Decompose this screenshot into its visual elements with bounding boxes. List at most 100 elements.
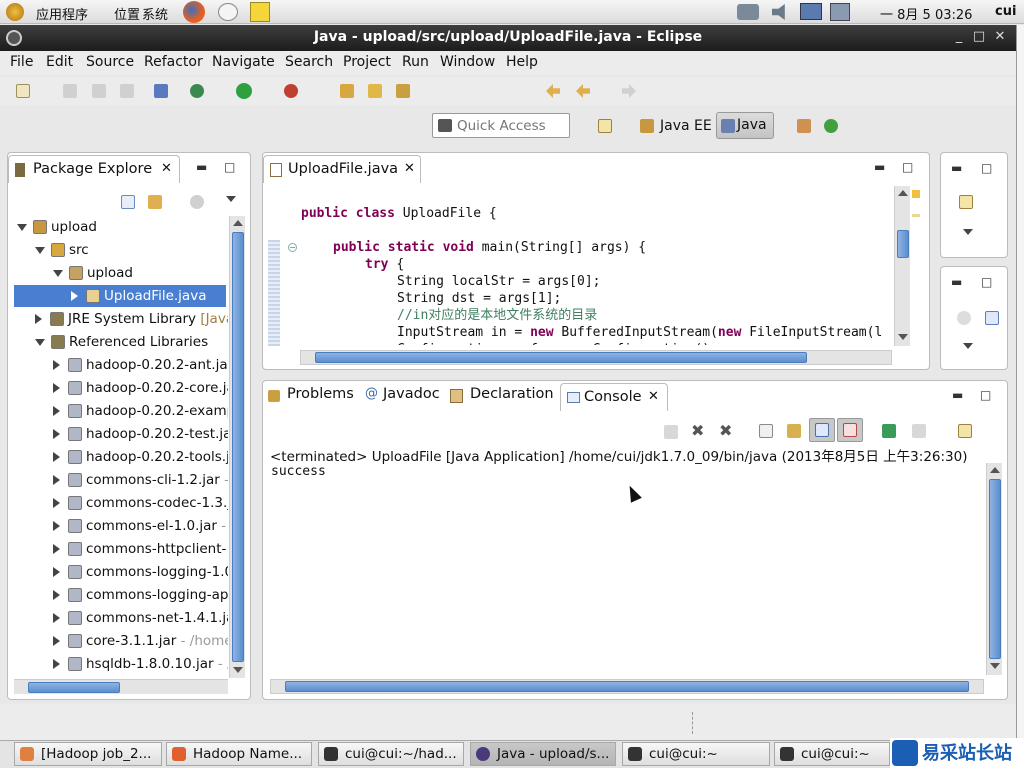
quick-access-field[interactable] <box>432 113 570 138</box>
tree-item[interactable]: commons-logging-1.0 <box>14 561 228 583</box>
taskbar-item-terminal-2[interactable]: cui@cui:~ <box>774 742 890 766</box>
quick-access-input[interactable] <box>457 117 565 134</box>
tree-item[interactable]: core-3.1.1.jar - /home <box>14 630 228 652</box>
scroll-thumb[interactable] <box>232 232 244 662</box>
tree-item[interactable]: commons-logging-ap <box>14 584 228 606</box>
perspective-java[interactable]: Java <box>716 112 774 139</box>
package-explorer-hscrollbar[interactable] <box>14 679 228 694</box>
back-icon[interactable] <box>546 84 560 98</box>
close-tab-icon[interactable]: ✕ <box>161 161 172 176</box>
collapsed-arrow-icon[interactable] <box>53 452 60 462</box>
collapse-all-icon[interactable] <box>121 195 135 209</box>
perspective-java-ee[interactable]: Java EE <box>640 114 712 138</box>
open-perspective-icon[interactable] <box>598 119 612 133</box>
console-scroll-thumb[interactable] <box>989 479 1001 659</box>
console-hscroll-thumb[interactable] <box>285 681 969 692</box>
expanded-arrow-icon[interactable] <box>35 338 45 346</box>
save-icon[interactable] <box>63 84 77 98</box>
display-icon[interactable] <box>800 3 822 20</box>
tree-item[interactable]: JRE System Library [Java <box>14 308 228 330</box>
outline-minimize-button[interactable]: ▬ <box>951 161 962 175</box>
clear-console-icon[interactable] <box>759 424 773 438</box>
collapsed-arrow-icon[interactable] <box>53 383 60 393</box>
search-icon[interactable] <box>396 84 410 98</box>
terminate-icon[interactable] <box>664 425 678 439</box>
foot-logo-icon[interactable] <box>6 3 24 21</box>
console-scroll-up[interactable] <box>990 467 1000 473</box>
menu-window[interactable]: Window <box>440 54 495 70</box>
tasks-maximize-button[interactable]: □ <box>981 275 992 289</box>
tree-item[interactable]: src <box>14 239 228 261</box>
overview-marker[interactable] <box>912 214 920 217</box>
collapsed-arrow-icon[interactable] <box>53 590 60 600</box>
show-on-stdout-icon[interactable] <box>809 418 835 442</box>
jar-tool-icon[interactable] <box>797 119 811 133</box>
tree-item[interactable]: commons-net-1.4.1.ja <box>14 607 228 629</box>
run-icon[interactable] <box>236 83 252 99</box>
view-menu-icon[interactable] <box>226 196 236 202</box>
editor-hscroll-thumb[interactable] <box>315 352 807 363</box>
mail-launcher-icon[interactable] <box>218 3 238 21</box>
tree-item[interactable]: upload <box>14 216 228 238</box>
system-menu[interactable]: 系统 <box>142 4 168 23</box>
code-area[interactable]: public class UploadFile {public static v… <box>301 205 893 345</box>
tree-item[interactable]: UploadFile.java <box>14 285 226 307</box>
menu-help[interactable]: Help <box>506 54 538 70</box>
close-console-tab-icon[interactable]: ✕ <box>648 389 659 404</box>
console-output[interactable]: success <box>271 464 326 479</box>
close-window-button[interactable]: ✕ <box>991 28 1009 46</box>
menu-file[interactable]: File <box>10 54 33 70</box>
open-console-icon[interactable] <box>958 424 972 438</box>
editor-hscrollbar[interactable] <box>300 350 892 365</box>
display-console-icon[interactable] <box>912 424 926 438</box>
hscroll-thumb[interactable] <box>28 682 120 693</box>
console-hscrollbar[interactable] <box>270 679 984 694</box>
clock[interactable]: 一 8月 5 03:26 <box>880 4 972 23</box>
computer-icon[interactable] <box>830 3 850 21</box>
collapsed-arrow-icon[interactable] <box>53 360 60 370</box>
expanded-arrow-icon[interactable] <box>35 246 45 254</box>
tab-declaration[interactable]: Declaration <box>450 386 554 408</box>
editor-scroll-up[interactable] <box>898 190 908 196</box>
menu-navigate[interactable]: Navigate <box>212 54 275 70</box>
menu-search[interactable]: Search <box>285 54 333 70</box>
tab-uploadfile-java[interactable]: UploadFile.java ✕ <box>263 155 421 183</box>
menu-edit[interactable]: Edit <box>46 54 73 70</box>
remove-all-launches-icon[interactable]: ✖ <box>719 421 732 440</box>
editor-vscrollbar[interactable] <box>894 186 910 346</box>
editor-scroll-down[interactable] <box>898 334 908 340</box>
tree-item[interactable]: commons-codec-1.3.j <box>14 492 228 514</box>
tab-console[interactable]: Console ✕ <box>560 383 668 411</box>
show-on-stderr-icon[interactable] <box>837 418 863 442</box>
previous-edit-icon[interactable] <box>576 84 590 98</box>
tree-item[interactable]: commons-cli-1.2.jar - <box>14 469 228 491</box>
menu-run[interactable]: Run <box>402 54 429 70</box>
minimize-window-button[interactable]: _ <box>950 28 968 46</box>
outline-maximize-button[interactable]: □ <box>981 161 992 175</box>
volume-icon[interactable] <box>772 4 785 20</box>
collapsed-arrow-icon[interactable] <box>53 567 60 577</box>
skip-breakpoints-icon[interactable] <box>154 84 168 98</box>
overview-warning-marker[interactable] <box>912 190 920 198</box>
scroll-up-arrow[interactable] <box>233 220 243 226</box>
new-java-project-icon[interactable] <box>340 84 354 98</box>
expanded-arrow-icon[interactable] <box>53 269 63 277</box>
editor-scroll-thumb[interactable] <box>897 230 909 258</box>
minimize-bottom-button[interactable]: ▬ <box>952 388 963 402</box>
tasks-menu-icon[interactable] <box>963 343 973 349</box>
collapsed-arrow-icon[interactable] <box>53 406 60 416</box>
collapsed-arrow-icon[interactable] <box>71 291 78 301</box>
save-all-icon[interactable] <box>92 84 106 98</box>
taskbar-item-hadoop-job[interactable]: [Hadoop job_2... <box>14 742 162 766</box>
pin-console-icon[interactable] <box>882 424 896 438</box>
menu-source[interactable]: Source <box>86 54 134 70</box>
minimize-view-button[interactable]: ▬ <box>196 160 207 174</box>
refresh-tool-icon[interactable] <box>824 119 838 133</box>
collapsed-arrow-icon[interactable] <box>53 544 60 554</box>
collapsed-arrow-icon[interactable] <box>53 521 60 531</box>
menu-refactor[interactable]: Refactor <box>144 54 203 70</box>
link-with-editor-icon[interactable] <box>148 195 162 209</box>
maximize-bottom-button[interactable]: □ <box>980 388 991 402</box>
taskbar-item-terminal-1[interactable]: cui@cui:~ <box>622 742 770 766</box>
tree-item[interactable]: hadoop-0.20.2-core.ja <box>14 377 228 399</box>
